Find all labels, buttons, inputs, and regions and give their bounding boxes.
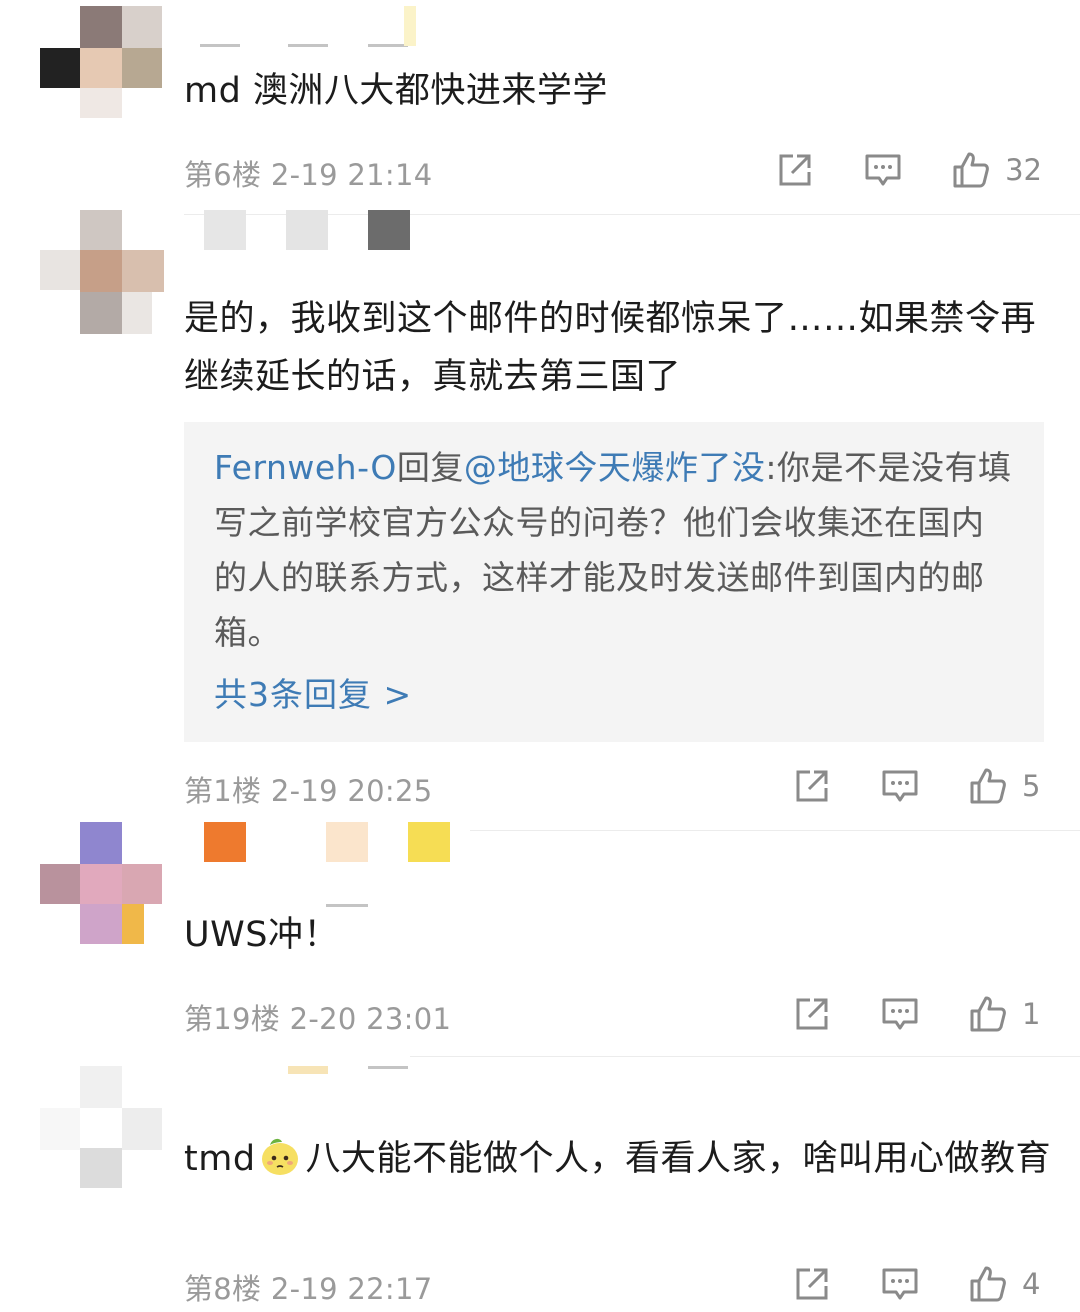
comment-icon[interactable]: [880, 1264, 920, 1304]
timestamp: 2-20 23:01: [289, 1002, 452, 1036]
avatar[interactable]: [40, 210, 164, 334]
comment-text: 是的，我收到这个邮件的时候都惊呆了……如果禁令再继续延长的话，真就去第三国了: [184, 299, 1037, 397]
floor-label: 第1楼: [184, 774, 262, 808]
like-count: 5: [1022, 769, 1041, 803]
comment-icon[interactable]: [880, 766, 920, 806]
comment-actions: 4: [792, 1264, 1042, 1304]
timestamp: 2-19 20:25: [270, 774, 433, 808]
like-button[interactable]: 5: [968, 766, 1042, 806]
like-count: 1: [1022, 997, 1041, 1031]
share-icon[interactable]: [792, 994, 832, 1034]
comment-item: 是的，我收到这个邮件的时候都惊呆了……如果禁令再继续延长的话，真就去第三国了 F…: [0, 210, 1080, 820]
share-icon[interactable]: [792, 1264, 832, 1304]
comment-meta: 第8楼 2-19 22:17: [184, 1266, 433, 1308]
comment-text: UWS冲！: [184, 915, 339, 955]
thumbs-up-icon: [968, 994, 1008, 1034]
floor-label: 第19楼: [184, 1002, 281, 1036]
comment-text-main: 八大能不能做个人，看看人家，啥叫用心做教育: [305, 1139, 1052, 1179]
like-button[interactable]: 4: [968, 1264, 1042, 1304]
share-icon[interactable]: [792, 766, 832, 806]
comment-actions: 5: [792, 766, 1042, 806]
thumbs-up-icon: [951, 150, 991, 190]
comment-text: md 澳洲八大都快进来学学: [184, 71, 608, 111]
view-replies-link[interactable]: 共3条回复 >: [214, 668, 412, 716]
comment-item: UWS冲！ 第19楼 2-20 23:01 1: [0, 820, 1080, 1060]
comment-item: tmd 八大能不能做个人，看看人家，啥叫用心做教育 第8楼 2-19 22:17…: [0, 1066, 1080, 1312]
timestamp: 2-19 22:17: [270, 1272, 433, 1306]
like-button[interactable]: 32: [951, 150, 1042, 190]
lemon-face-emoji: [261, 1138, 298, 1175]
reply-mention[interactable]: @地球今天爆炸了没: [464, 448, 766, 487]
reply-verb: 回复: [396, 448, 464, 487]
comment-text: tmd 八大能不能做个人，看看人家，啥叫用心做教育: [184, 1130, 1054, 1188]
reply-text: Fernweh-O回复@地球今天爆炸了没:你是不是没有填写之前学校官方公众号的问…: [214, 440, 1014, 660]
reply-preview[interactable]: Fernweh-O回复@地球今天爆炸了没:你是不是没有填写之前学校官方公众号的问…: [184, 422, 1044, 742]
comment-icon[interactable]: [863, 150, 903, 190]
thumbs-up-icon: [968, 766, 1008, 806]
comment-actions: 1: [792, 994, 1042, 1034]
avatar[interactable]: [40, 822, 164, 946]
like-count: 32: [1005, 153, 1042, 187]
thumbs-up-icon: [968, 1264, 1008, 1304]
share-icon[interactable]: [775, 150, 815, 190]
floor-label: 第6楼: [184, 158, 262, 192]
divider: [410, 1056, 1080, 1057]
comment-item: md 澳洲八大都快进来学学 第6楼 2-19 21:14 32: [0, 0, 1080, 200]
reply-author[interactable]: Fernweh-O: [214, 448, 397, 487]
comment-actions: 32: [775, 150, 1042, 190]
floor-label: 第8楼: [184, 1272, 262, 1306]
comment-meta: 第19楼 2-20 23:01: [184, 996, 451, 1038]
comment-text-lead: tmd: [184, 1139, 256, 1179]
like-button[interactable]: 1: [968, 994, 1042, 1034]
comment-meta: 第6楼 2-19 21:14: [184, 152, 433, 194]
timestamp: 2-19 21:14: [270, 158, 433, 192]
like-count: 4: [1022, 1267, 1041, 1301]
comment-meta: 第1楼 2-19 20:25: [184, 768, 433, 810]
avatar[interactable]: [40, 6, 164, 130]
comment-icon[interactable]: [880, 994, 920, 1034]
avatar[interactable]: [40, 1066, 164, 1190]
